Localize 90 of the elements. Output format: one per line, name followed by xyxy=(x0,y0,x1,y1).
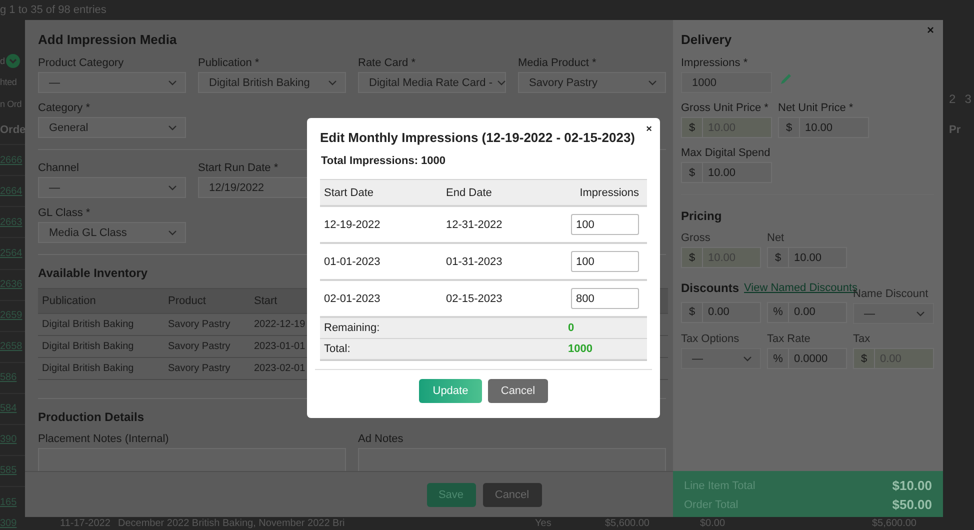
table-cell-text: 12-31-2022 xyxy=(446,218,504,230)
table-cell: Digital British Baking xyxy=(42,341,134,352)
select-field[interactable]: — xyxy=(38,177,186,198)
chevron-down-icon xyxy=(496,80,506,86)
pencil-icon xyxy=(780,72,792,84)
table-cell: 2023-02-01 xyxy=(254,363,306,374)
column-header: End Date xyxy=(446,186,493,198)
dialog-title: Add Impression Media xyxy=(38,32,178,47)
input-field[interactable]: $ 0.00 xyxy=(681,302,761,322)
select-field[interactable]: Digital British Baking xyxy=(198,72,346,93)
field-label: Tax Rate xyxy=(767,332,812,346)
input-field[interactable]: $ 10.00 xyxy=(681,162,772,183)
select-field[interactable]: — xyxy=(38,72,186,93)
summary-label: Total: xyxy=(324,343,352,355)
chevron-down-icon xyxy=(328,80,337,86)
table-cell: Savory Pastry xyxy=(168,341,230,352)
field-label: Impressions * xyxy=(681,56,749,70)
total-value: $10.00 xyxy=(892,478,932,493)
input-field[interactable]: % 0.0000 xyxy=(767,348,847,369)
close-button[interactable]: × xyxy=(646,124,652,136)
table-cell: 2022-12-19 xyxy=(254,319,306,330)
input-field[interactable]: 100 xyxy=(571,251,639,272)
column-header: Publication xyxy=(42,295,96,307)
column-header: Product xyxy=(168,295,206,307)
field-label: Gross Unit Price * xyxy=(681,101,770,115)
section-heading: Discounts xyxy=(681,280,740,295)
select-field[interactable]: Digital Media Rate Card - xyxy=(358,72,506,93)
select-field[interactable]: General xyxy=(38,117,186,138)
chevron-down-icon xyxy=(168,184,177,190)
input-field[interactable]: 800 xyxy=(571,288,639,309)
field-label: Rate Card * xyxy=(358,56,416,70)
cancel-button[interactable]: Cancel xyxy=(488,379,548,403)
chevron-down-icon xyxy=(743,356,752,362)
column-header: Impressions xyxy=(578,186,640,198)
summary-label: Remaining: xyxy=(324,322,381,334)
close-button[interactable]: × xyxy=(926,24,934,36)
table-cell-text: 01-01-2023 xyxy=(324,256,382,268)
field-label: Channel xyxy=(38,161,80,175)
table-cell: Digital British Baking xyxy=(42,363,134,374)
field-label: Net xyxy=(767,231,786,245)
table-cell: 2023-01-01 xyxy=(254,341,306,352)
chevron-down-icon xyxy=(168,124,177,130)
field-label: Publication * xyxy=(198,56,260,70)
field-label: Max Digital Spend xyxy=(681,146,772,160)
select-field[interactable]: — xyxy=(681,348,761,369)
section-heading: Pricing xyxy=(681,209,723,223)
select-field[interactable]: — xyxy=(853,303,934,324)
text-area[interactable] xyxy=(358,448,666,471)
total-impressions: Total Impressions: 1000 xyxy=(321,155,447,167)
field-label: Media Product * xyxy=(518,56,598,70)
field-label: Category * xyxy=(38,101,91,115)
table-cell: Savory Pastry xyxy=(168,319,230,330)
chevron-down-circle-icon xyxy=(6,54,20,68)
update-button[interactable]: Update xyxy=(419,379,482,403)
section-heading: Delivery xyxy=(681,32,733,47)
input-field[interactable]: % 0.00 xyxy=(767,302,847,322)
section-heading: Production Details xyxy=(38,410,146,424)
dialog-title: Edit Monthly Impressions (12-19-2022 - 02-15-2023) xyxy=(320,130,636,145)
field-label: Product Category xyxy=(38,56,125,70)
chevron-down-icon xyxy=(168,230,177,236)
input-field[interactable]: 1000 xyxy=(681,72,772,93)
section-heading: Available Inventory xyxy=(38,266,149,280)
field-label: Ad Notes xyxy=(358,432,404,446)
input-field[interactable]: $ 10.00 xyxy=(778,117,869,138)
field-label: Gross xyxy=(681,231,712,245)
field-label: Placement Notes (Internal) xyxy=(38,432,170,446)
field-label: Tax Options xyxy=(681,332,740,346)
input-field[interactable]: $ 10.00 xyxy=(767,247,847,268)
field-label: Start Run Date * xyxy=(198,161,280,175)
field-label: Net Unit Price * xyxy=(778,101,854,115)
table-cell-text: 02-01-2023 xyxy=(324,292,382,304)
select-field[interactable]: Media GL Class xyxy=(38,222,186,243)
input-field[interactable]: 100 xyxy=(571,214,639,235)
table-cell-text: 02-15-2023 xyxy=(446,292,504,304)
field-label: Tax xyxy=(853,332,872,346)
chevron-down-icon xyxy=(168,80,177,86)
chevron-down-icon xyxy=(648,80,657,86)
select-field[interactable]: Savory Pastry xyxy=(518,72,666,93)
chevron-down-icon xyxy=(916,310,925,316)
summary-value: 1000 xyxy=(568,343,594,355)
field-label: Name Discount xyxy=(853,288,930,301)
table-cell-text: 01-31-2023 xyxy=(446,256,504,268)
total-value: $50.00 xyxy=(892,497,932,512)
field-label: GL Class * xyxy=(38,206,92,220)
text-area[interactable] xyxy=(38,448,346,471)
table-cell: Digital British Baking xyxy=(42,319,134,330)
summary-value: 0 xyxy=(568,322,576,334)
cancel-button[interactable]: Cancel xyxy=(482,482,542,506)
table-cell-text: 12-19-2022 xyxy=(324,218,382,230)
table-cell: Savory Pastry xyxy=(168,363,230,374)
